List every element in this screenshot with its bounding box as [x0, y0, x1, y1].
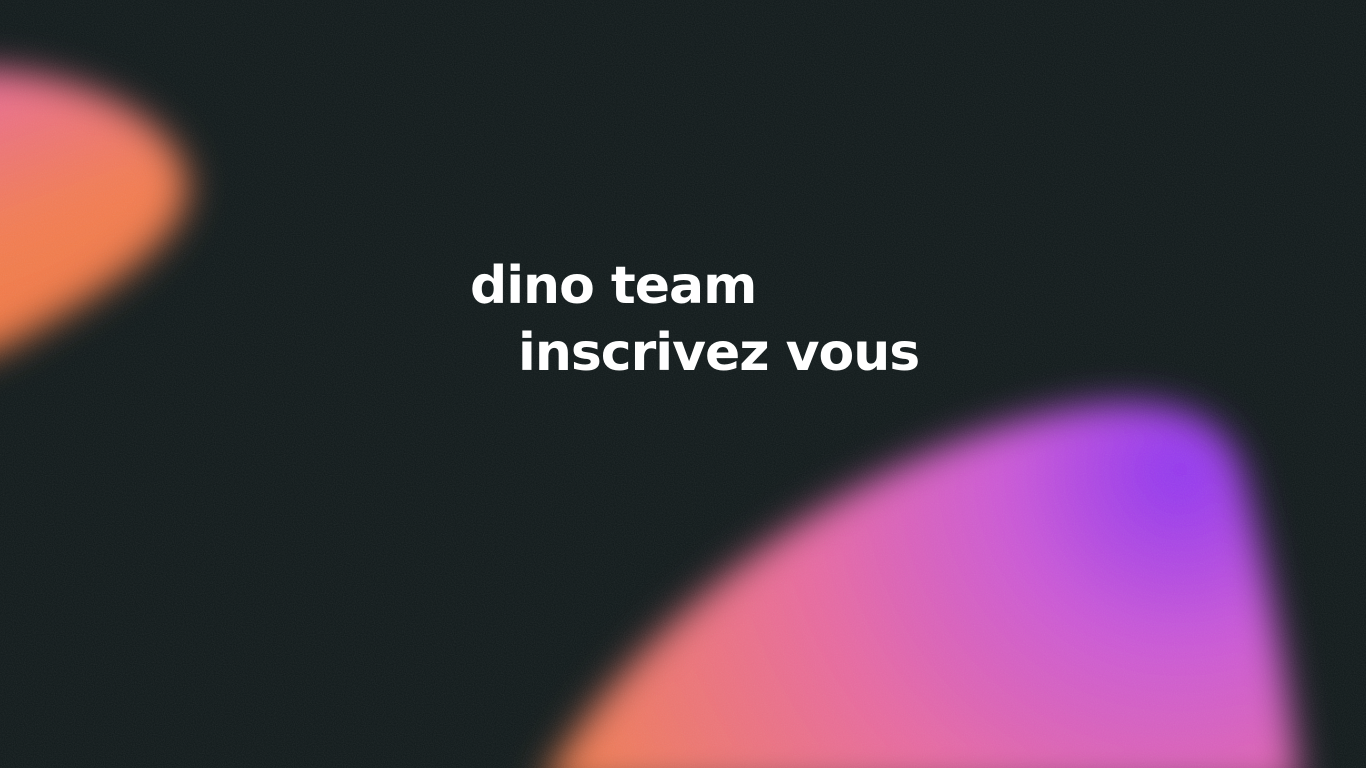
- slide-canvas: dino team inscrivez vous: [0, 0, 1366, 768]
- headline-line-dino-team: dino team: [470, 256, 757, 316]
- headline: dino team inscrivez vous: [0, 0, 1366, 768]
- headline-line-inscrivez-vous: inscrivez vous: [518, 323, 920, 383]
